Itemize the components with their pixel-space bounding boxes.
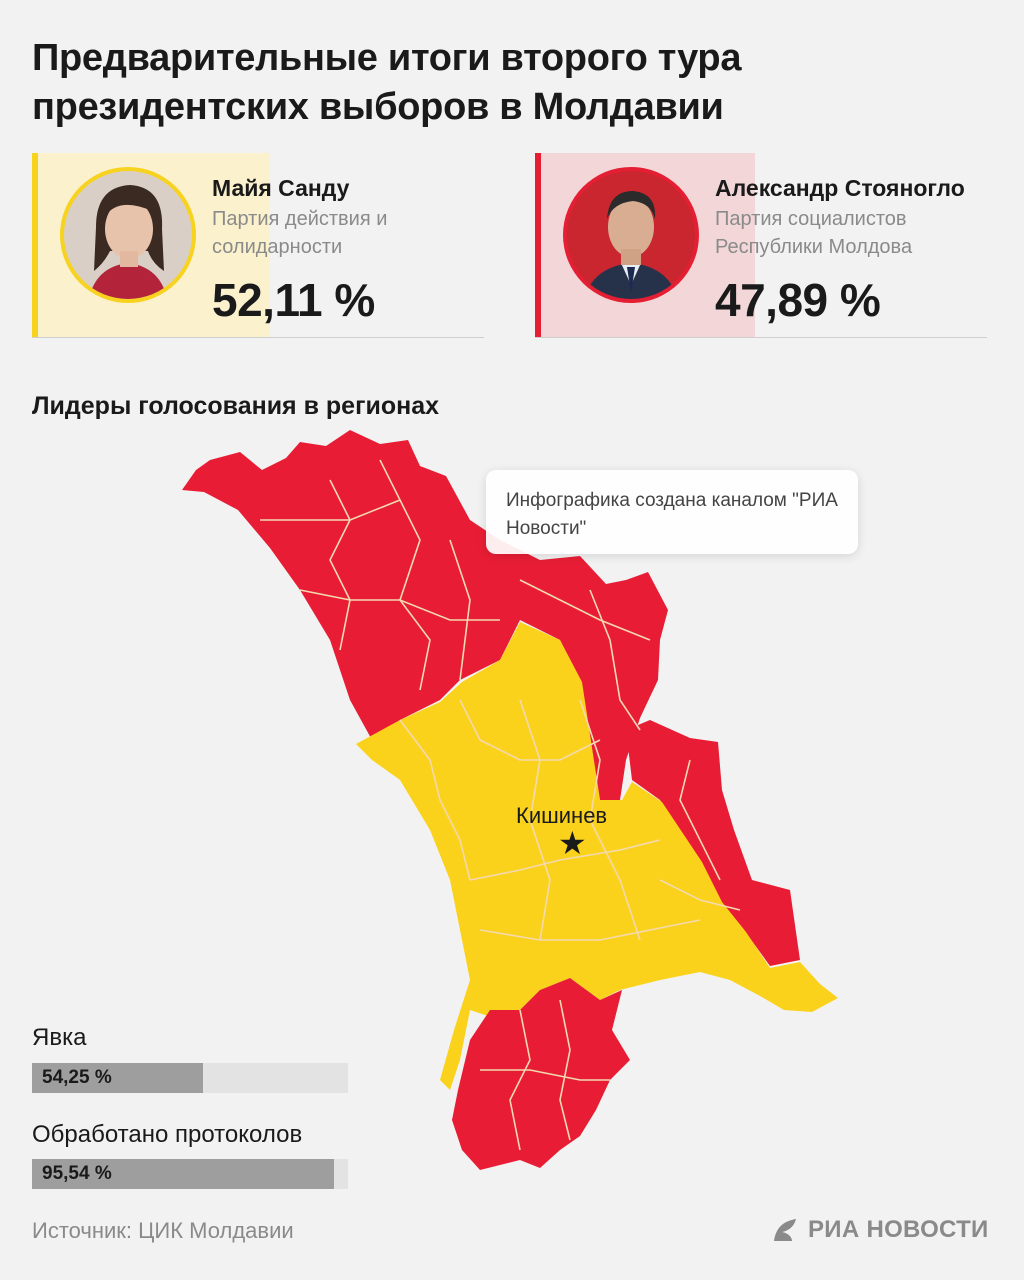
candidate-percent: 52,11 % [212, 274, 375, 326]
processed-value: 95,54 % [42, 1163, 112, 1184]
candidate-name: Александр Стояногло [715, 175, 965, 201]
ria-logo-icon [774, 1219, 796, 1241]
map-title: Лидеры голосования в регионах [32, 392, 440, 420]
capital-star-icon: ★ [558, 825, 587, 861]
candidate-percent: 47,89 % [715, 274, 881, 326]
attribution-text: Инфографика создана каналом "РИА Новости… [506, 490, 838, 539]
attribution-note: Инфографика создана каналом "РИА Новости… [486, 470, 858, 554]
accent-bar [32, 153, 38, 337]
candidate-card-stoianoglo: Александр Стояногло Партия социалистов Р… [535, 153, 987, 338]
candidate-party: Партия действия и солидарности [212, 208, 388, 258]
page-title: Предварительные итоги второго тура прези… [32, 37, 742, 128]
candidate-name: Майя Санду [212, 175, 350, 201]
accent-bar [535, 153, 541, 337]
candidate-party: Партия социалистов Республики Молдова [715, 208, 913, 258]
avatar [563, 167, 699, 303]
turnout-value: 54,25 % [42, 1067, 112, 1088]
candidate-card-sandu: Майя Санду Партия действия и солидарност… [32, 153, 484, 338]
brand-text: РИА НОВОСТИ [808, 1216, 989, 1243]
turnout-label: Явка [32, 1024, 87, 1051]
processed-label: Обработано протоколов [32, 1121, 303, 1148]
processed-bar: 95,54 % [32, 1159, 348, 1189]
avatar [60, 167, 196, 303]
brand-logo: РИА НОВОСТИ [770, 1214, 989, 1246]
turnout-bar: 54,25 % [32, 1063, 348, 1093]
source-note: Источник: ЦИК Молдавии [32, 1218, 294, 1243]
